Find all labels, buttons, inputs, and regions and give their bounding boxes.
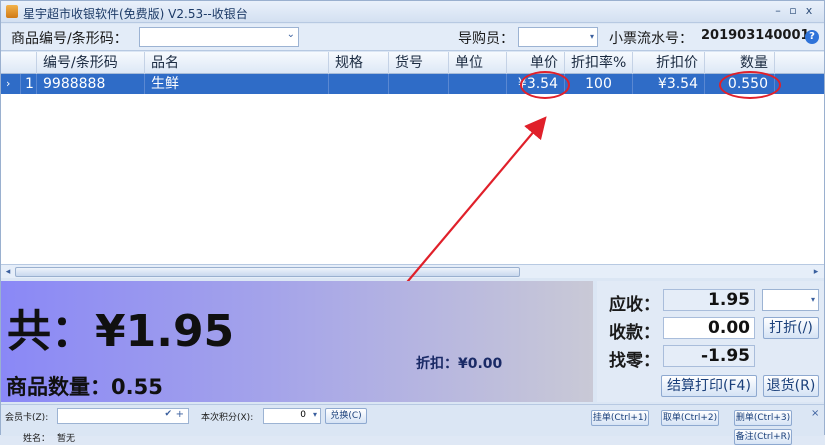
receipt-number: 201903140001 xyxy=(701,28,810,43)
barcode-label: 商品编号/条形码： xyxy=(11,31,128,47)
cell-discount-price[interactable]: ¥3.54 xyxy=(633,74,705,94)
search-toolbar: 商品编号/条形码： ⌄ 导购员： ▾ 小票流水号： 201903140001 ? xyxy=(1,24,824,51)
item-count: 商品数量：0.55 xyxy=(6,375,163,399)
window-title: 星宇超市收银软件(免费版) V2.53--收银台 xyxy=(23,7,248,21)
take-order-button[interactable]: 取单(Ctrl+2) xyxy=(661,410,719,426)
due-value: 1.95 xyxy=(663,289,755,311)
bottom-bar: 会员卡(Z): ✔ + 本次积分(X): 0 ▾ 兑换(C) 挂单(Ctrl+1… xyxy=(1,404,824,445)
row-indicator-header xyxy=(1,52,37,74)
change-label: 找零： xyxy=(609,351,660,371)
dropdown-arrow-icon[interactable]: ▾ xyxy=(590,32,594,41)
cell-name[interactable]: 生鲜 xyxy=(145,74,329,94)
refund-button[interactable]: 退货(R) xyxy=(763,375,819,397)
exchange-button[interactable]: 兑换(C) xyxy=(325,408,367,424)
paid-label: 收款： xyxy=(609,323,660,343)
barcode-input[interactable]: ⌄ xyxy=(139,27,299,47)
help-icon[interactable]: ? xyxy=(805,30,819,44)
points-value: 0 xyxy=(300,410,306,420)
items-grid: 编号/条形码 品名 规格 货号 单位 单价 折扣率% 折扣价 数量 › 1 99… xyxy=(1,52,824,278)
grid-header: 编号/条形码 品名 规格 货号 单位 单价 折扣率% 折扣价 数量 xyxy=(1,52,824,74)
name-label: 姓名： xyxy=(23,434,51,444)
change-value: -1.95 xyxy=(663,345,755,367)
payment-panel: 应收： 1.95 ▾ 收款： 0.00 打折(/) 找零： -1.95 结算打印… xyxy=(597,281,824,402)
restore-button[interactable]: ▫ xyxy=(787,4,799,18)
receipt-label: 小票流水号： xyxy=(609,31,693,47)
scroll-thumb[interactable] xyxy=(15,267,520,277)
col-price[interactable]: 单价 xyxy=(507,52,565,74)
checkout-print-button[interactable]: 结算打印(F4) xyxy=(661,375,757,397)
cell-sku[interactable] xyxy=(389,74,449,94)
name-value: 暂无 xyxy=(57,434,76,444)
col-barcode[interactable]: 编号/条形码 xyxy=(37,52,145,74)
cell-unit[interactable] xyxy=(449,74,507,94)
points-label: 本次积分(X): xyxy=(201,413,254,423)
salesperson-label: 导购员： xyxy=(458,31,514,47)
col-sku[interactable]: 货号 xyxy=(389,52,449,74)
cell-spec[interactable] xyxy=(329,74,389,94)
col-discount-rate[interactable]: 折扣率% xyxy=(565,52,633,74)
app-logo-icon xyxy=(6,5,18,18)
col-discount-price[interactable]: 折扣价 xyxy=(633,52,705,74)
close-icon[interactable]: × xyxy=(811,408,819,419)
title-bar: 星宇超市收银软件(免费版) V2.53--收银台 – ▫ x xyxy=(1,1,824,23)
scroll-right-icon[interactable]: ▸ xyxy=(810,266,822,278)
discount-button[interactable]: 打折(/) xyxy=(763,317,819,339)
dropdown-arrow-icon[interactable]: ▾ xyxy=(313,410,317,419)
hang-order-button[interactable]: 挂单(Ctrl+1) xyxy=(591,410,649,426)
member-card-label: 会员卡(Z): xyxy=(5,413,49,423)
col-unit[interactable]: 单位 xyxy=(449,52,507,74)
table-row[interactable]: › 1 9988888 生鲜 ¥3.54 100 ¥3.54 0.550 xyxy=(1,74,824,94)
discount-amount: 折扣：¥0.00 xyxy=(416,356,503,372)
due-label: 应收： xyxy=(609,295,660,315)
salesperson-select[interactable]: ▾ xyxy=(518,27,598,47)
scroll-left-icon[interactable]: ◂ xyxy=(2,266,14,278)
note-button[interactable]: 备注(Ctrl+R) xyxy=(734,429,792,445)
points-input[interactable]: 0 ▾ xyxy=(263,408,321,424)
check-icon[interactable]: ✔ xyxy=(164,409,172,419)
pos-window: 星宇超市收银软件(免费版) V2.53--收银台 – ▫ x 商品编号/条形码：… xyxy=(0,0,825,445)
dropdown-arrow-icon[interactable]: ▾ xyxy=(811,295,815,304)
cell-barcode[interactable]: 9988888 xyxy=(37,74,145,94)
row-pointer-icon: › xyxy=(1,74,21,94)
qty-highlight-circle xyxy=(719,71,781,99)
row-index: 1 xyxy=(21,74,37,94)
delete-order-button[interactable]: 删单(Ctrl+3) xyxy=(734,410,792,426)
minimize-button[interactable]: – xyxy=(772,4,784,18)
cell-discount-rate[interactable]: 100 xyxy=(565,74,633,94)
col-name[interactable]: 品名 xyxy=(145,52,329,74)
due-dropdown[interactable]: ▾ xyxy=(762,289,819,311)
member-card-input[interactable]: ✔ + xyxy=(57,408,189,424)
horizontal-scrollbar[interactable]: ◂ ▸ xyxy=(1,264,824,278)
total-amount: 共：¥1.95 xyxy=(7,306,235,357)
col-spec[interactable]: 规格 xyxy=(329,52,389,74)
paid-input[interactable]: 0.00 xyxy=(663,317,755,339)
price-highlight-circle xyxy=(520,71,570,99)
add-icon[interactable]: + xyxy=(176,409,184,420)
close-window-button[interactable]: x xyxy=(803,4,815,18)
total-panel: 共：¥1.95 折扣：¥0.00 商品数量：0.55 xyxy=(1,281,593,402)
chevron-down-icon[interactable]: ⌄ xyxy=(287,29,295,40)
